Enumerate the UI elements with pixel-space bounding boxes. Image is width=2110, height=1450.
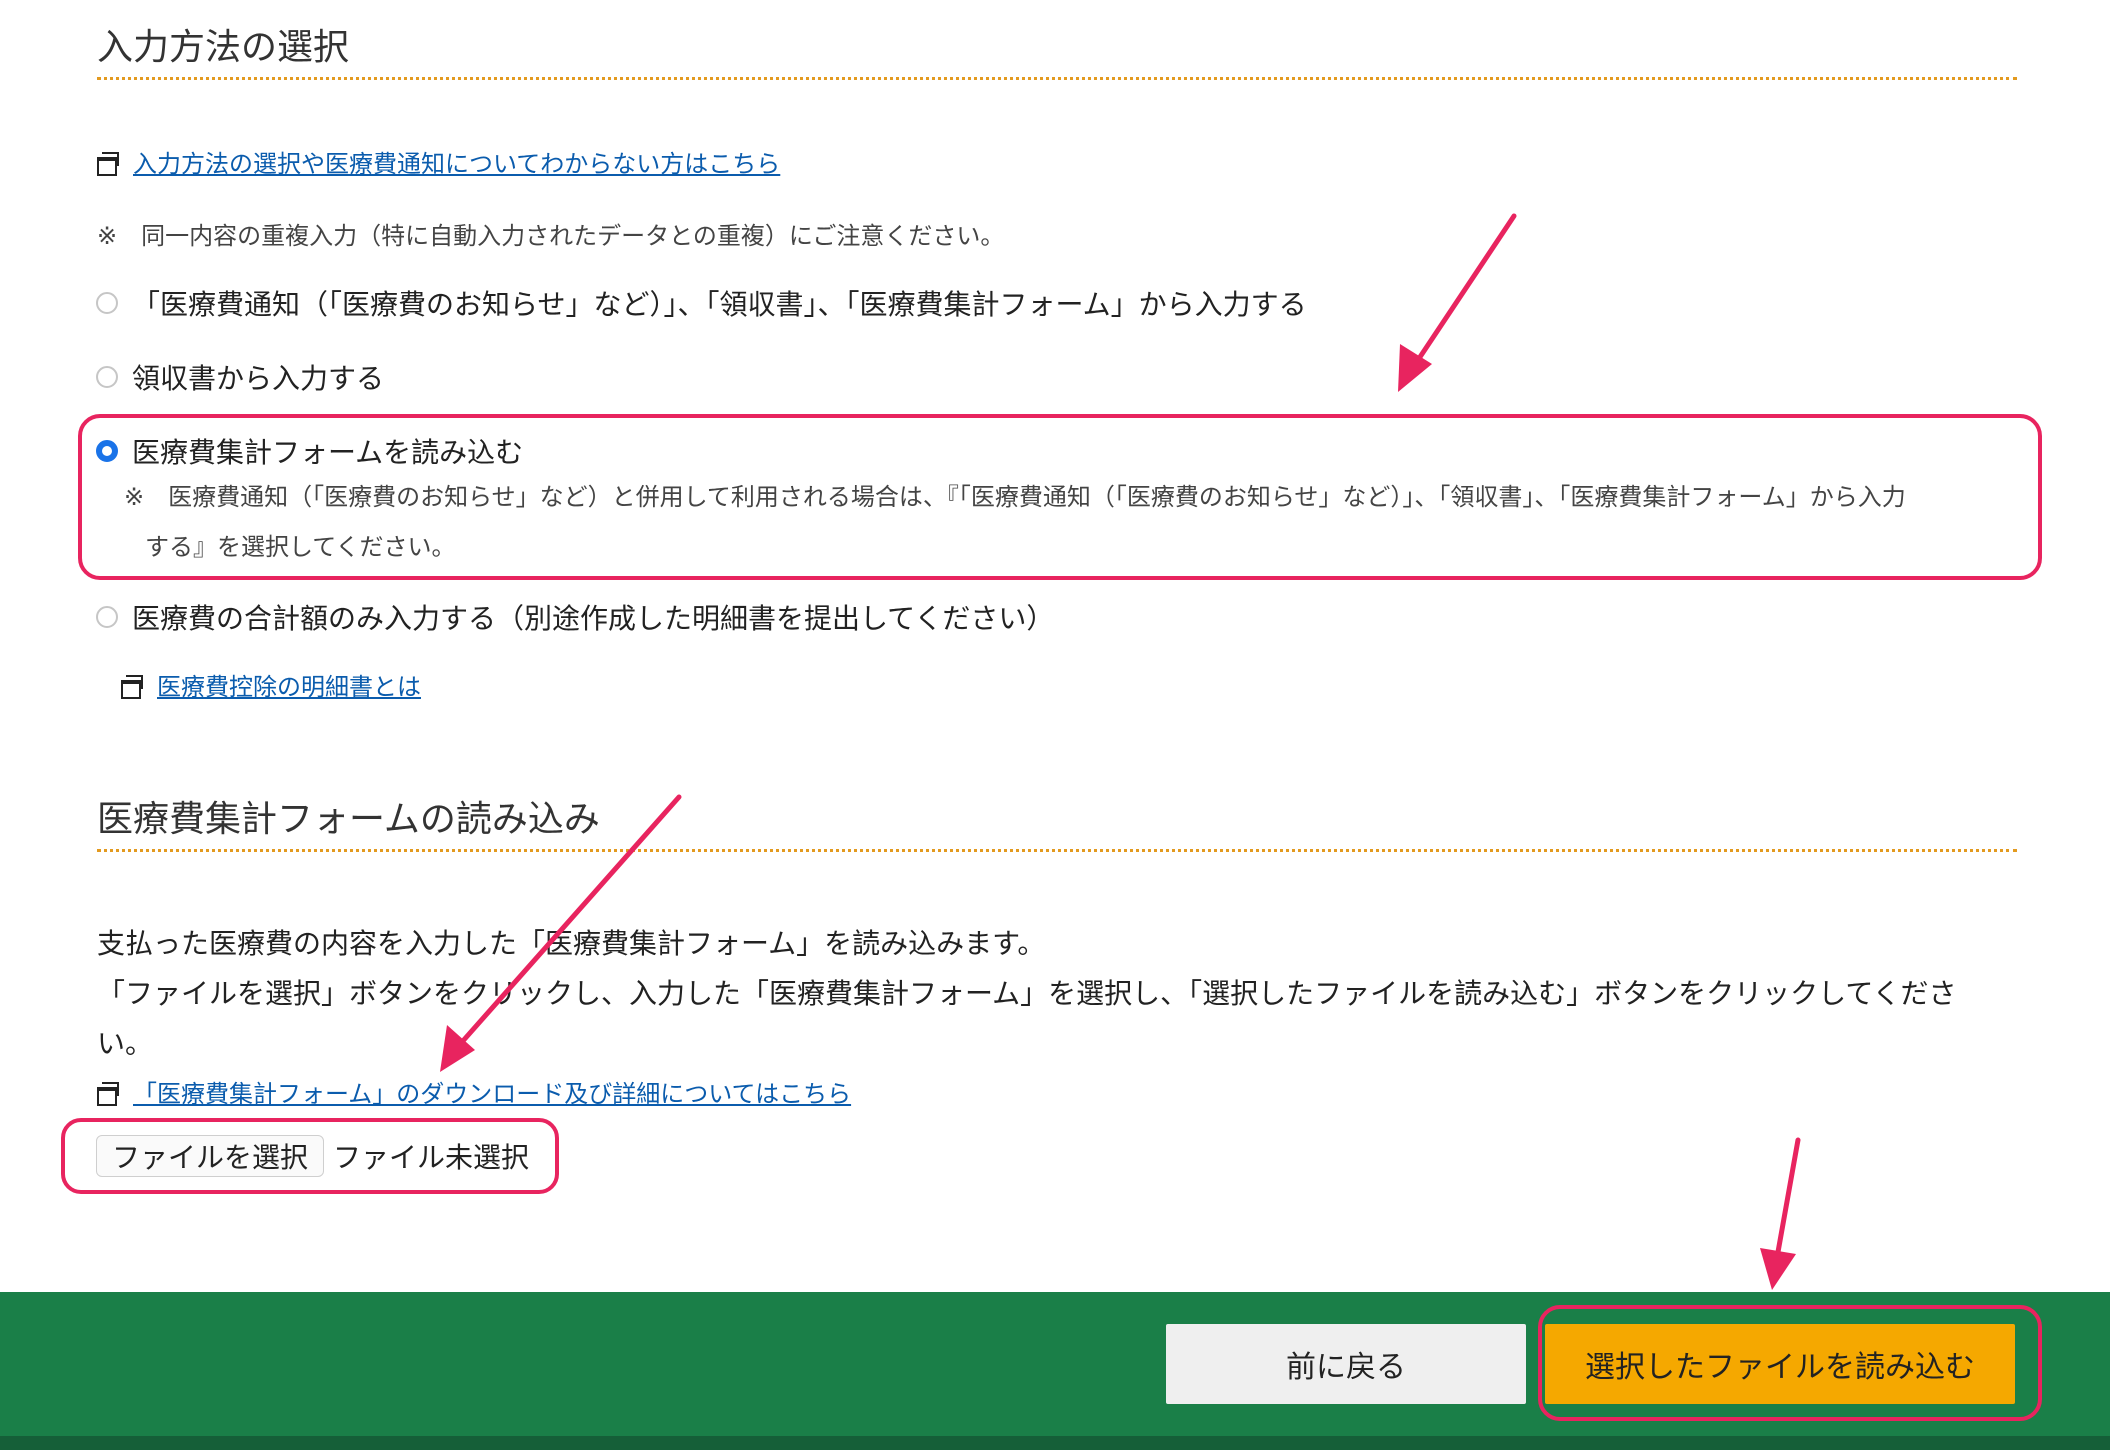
annotation-highlight-load-button	[1538, 1305, 2042, 1421]
annotation-highlight-selected-option	[78, 414, 2042, 580]
form-load-description-line2: 「ファイルを選択」ボタンをクリックし、入力した「医療費集計フォーム」を選択し、「…	[97, 977, 1957, 1010]
annotation-highlight-file-input	[61, 1118, 559, 1194]
help-link-row[interactable]: 入力方法の選択や医療費通知についてわからない方はこちら	[97, 144, 780, 179]
back-button[interactable]: 前に戻る	[1166, 1324, 1526, 1404]
radio-label: 医療費の合計額のみ入力する（別途作成した明細書を提出してください）	[132, 602, 1055, 635]
form-load-description-line1: 支払った医療費の内容を入力した「医療費集計フォーム」を読み込みます。	[97, 927, 1046, 960]
external-window-icon	[97, 1081, 119, 1106]
form-download-link[interactable]: 「医療費集計フォーム」のダウンロード及び詳細についてはこちら	[133, 1074, 851, 1109]
statement-link[interactable]: 医療費控除の明細書とは	[157, 667, 421, 702]
radio-label: 領収書から入力する	[132, 362, 385, 395]
section-divider	[97, 77, 2017, 80]
radio-option-total-only[interactable]: 医療費の合計額のみ入力する（別途作成した明細書を提出してください）	[96, 597, 1054, 637]
radio-option-receipts[interactable]: 領収書から入力する	[96, 357, 384, 397]
radio-label: 「医療費通知（「医療費のお知らせ」など）」、「領収書」、「医療費集計フォーム」か…	[132, 288, 1307, 321]
annotation-arrowhead	[1760, 1248, 1796, 1290]
input-method-help-link[interactable]: 入力方法の選択や医療費通知についてわからない方はこちら	[133, 144, 780, 179]
download-link-row[interactable]: 「医療費集計フォーム」のダウンロード及び詳細についてはこちら	[97, 1074, 851, 1109]
section-title-input-method: 入力方法の選択	[97, 27, 350, 68]
form-load-description-line3: い。	[97, 1027, 154, 1060]
statement-link-row[interactable]: 医療費控除の明細書とは	[121, 667, 421, 702]
external-window-icon	[97, 151, 119, 176]
annotation-arrowhead	[1398, 344, 1432, 392]
external-window-icon	[121, 674, 143, 699]
section-divider	[97, 849, 2017, 852]
section-title-form-load: 医療費集計フォームの読み込み	[97, 799, 600, 840]
annotation-arrow-to-load-button	[1775, 1137, 1801, 1255]
annotation-arrowhead	[440, 1025, 475, 1072]
radio-option-all-sources[interactable]: 「医療費通知（「医療費のお知らせ」など）」、「領収書」、「医療費集計フォーム」か…	[96, 283, 1307, 323]
radio-button[interactable]	[96, 292, 118, 314]
radio-button[interactable]	[96, 366, 118, 388]
duplicate-input-note: ※ 同一内容の重複入力（特に自動入力されたデータとの重複）にご注意ください。	[97, 222, 1005, 250]
footer-bottom-strip	[0, 1436, 2110, 1450]
radio-button[interactable]	[96, 606, 118, 628]
annotation-arrow-to-option	[1415, 213, 1517, 363]
